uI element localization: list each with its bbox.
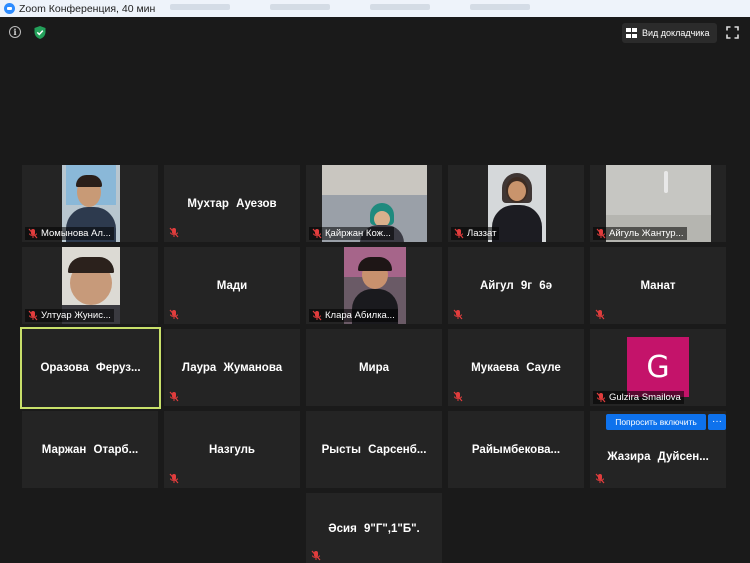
participant-name-label: Момынова Ал... [25,227,114,240]
muted-mic-icon [595,473,605,484]
participant-name: Айгуль Жантур... [609,228,684,239]
participant-tile[interactable]: Ултуар Жунис... [22,247,158,324]
participant-name: Әсия 9"Г",1"Б". [328,523,420,536]
participant-tile[interactable]: Лаура Жуманова [164,329,300,406]
participant-name: Клара Абилка... [325,310,395,321]
muted-mic-icon [311,550,321,561]
ask-to-unmute-button[interactable]: Попросить включить [606,414,706,430]
participant-name: Gulzira Smailova [609,392,681,403]
participant-name: Мади [216,279,248,292]
muted-mic-icon [596,228,606,239]
speaker-view-label: Вид докладчика [642,28,710,38]
participant-name: Жазира Дуйсен... [607,451,709,464]
participant-name-label: Клара Абилка... [309,309,398,322]
avatar: G [627,337,689,397]
window-titlebar: Zoom Конференция, 40 мин [0,0,750,17]
muted-mic-icon [595,309,605,320]
participant-name: Мухтар Ауезов [187,197,277,210]
participant-tile-active-speaker[interactable]: Оразова Феруз... [20,327,161,409]
muted-mic-icon [169,391,179,402]
participant-tile[interactable]: Лаззат [448,165,584,242]
participant-tile[interactable]: Назгуль [164,411,300,488]
muted-mic-icon [28,228,38,239]
participant-name: Момынова Ал... [41,228,111,239]
participant-name-label: Лаззат [451,227,500,240]
participant-name-label: Айгуль Жантур... [593,227,687,240]
participant-name: Қайржан Кож... [325,228,391,239]
participant-name: Оразова Феруз... [40,362,141,374]
muted-mic-icon [169,309,179,320]
participant-name: Лаззат [467,228,497,239]
participant-tile[interactable]: Клара Абилка... [306,247,442,324]
participant-tile[interactable]: Маржан Отарб... [22,411,158,488]
participant-name: Айгул 9г 6ә [479,279,553,292]
participant-tile[interactable]: Райымбекова... [448,411,584,488]
muted-mic-icon [169,227,179,238]
muted-mic-icon [453,309,463,320]
participant-tile[interactable]: Момынова Ал... [22,165,158,242]
participant-name-label: Ултуар Жунис... [25,309,114,322]
muted-mic-icon [453,391,463,402]
participant-name: Мукаева Сауле [471,361,561,374]
info-icon[interactable]: i [9,26,21,38]
participant-name: Мира [358,361,390,374]
muted-mic-icon [454,228,464,239]
background-window-tabs [170,4,530,10]
participant-name: Манат [640,279,676,292]
participant-name: Лаура Жуманова [181,361,283,374]
muted-mic-icon [596,392,606,403]
participant-name: Маржан Отарб... [41,443,139,456]
participant-tile[interactable]: Айгул 9г 6ә [448,247,584,324]
participant-name: Ултуар Жунис... [41,310,111,321]
zoom-logo-icon [4,3,15,14]
participant-tile[interactable]: Әсия 9"Г",1"Б". [306,493,442,563]
participant-tile[interactable]: Манат [590,247,726,324]
muted-mic-icon [312,310,322,321]
participant-tile[interactable]: Қайржан Кож... [306,165,442,242]
more-options-button[interactable]: ··· [708,414,726,430]
participant-tile[interactable]: Мира [306,329,442,406]
fullscreen-icon[interactable] [726,26,739,39]
encryption-shield-icon[interactable] [33,25,47,40]
participant-tile[interactable]: Мади [164,247,300,324]
muted-mic-icon [169,473,179,484]
speaker-view-icon [626,27,638,39]
muted-mic-icon [312,228,322,239]
participant-name: Рысты Сарсенб... [321,443,427,456]
muted-mic-icon [28,310,38,321]
participant-tile[interactable]: Мухтар Ауезов [164,165,300,242]
participant-name: Райымбекова... [471,443,561,456]
participant-tile[interactable]: G Gulzira Smailova [590,329,726,406]
speaker-view-button[interactable]: Вид докладчика [622,23,717,43]
participant-name-label: Gulzira Smailova [593,391,684,404]
participant-tile[interactable]: Мукаева Сауле [448,329,584,406]
participant-name: Назгуль [209,443,255,456]
window-title: Zoom Конференция, 40 мин [19,2,156,15]
participant-name-label: Қайржан Кож... [309,227,394,240]
participant-tile[interactable]: Айгуль Жантур... [590,165,726,242]
participant-tile[interactable]: Рысты Сарсенб... [306,411,442,488]
